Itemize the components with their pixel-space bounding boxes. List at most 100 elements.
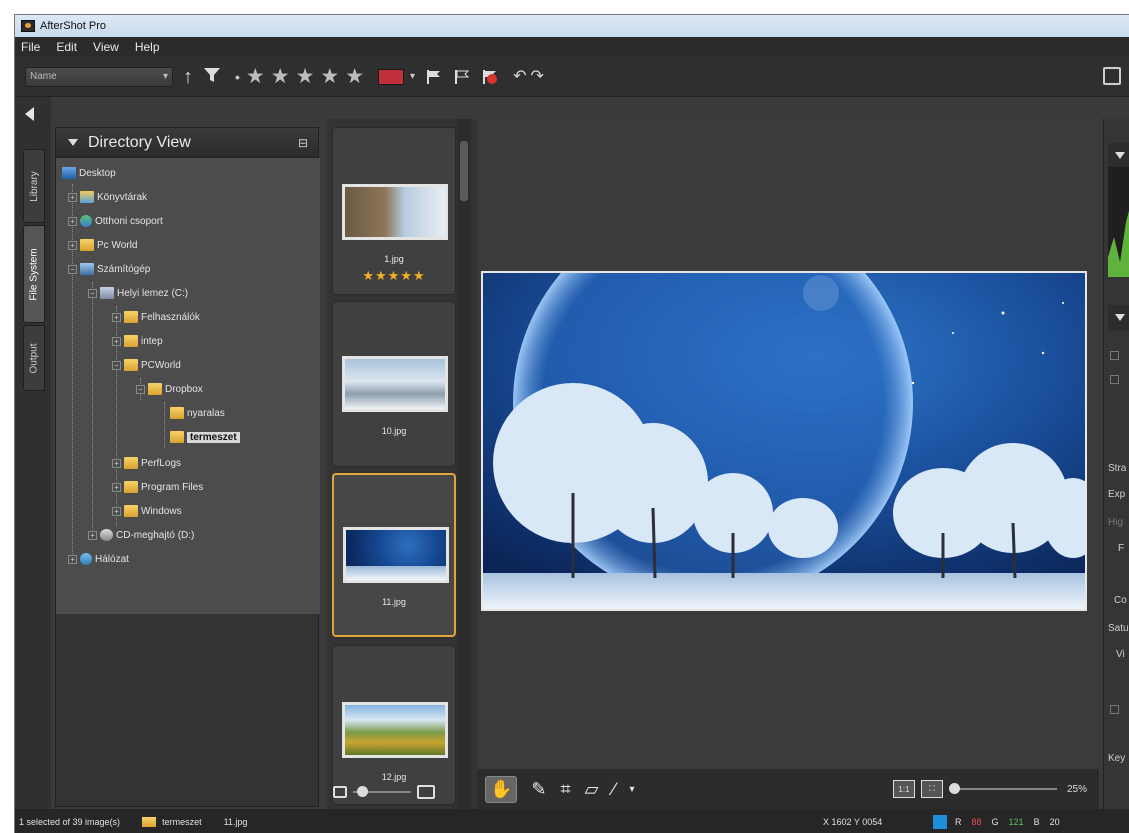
tree-node-label: intep [141, 335, 163, 347]
straighten-icon[interactable]: ▱ [585, 779, 599, 800]
tree-node-desktop[interactable]: Desktop [62, 164, 116, 182]
collapse-triangle-icon[interactable] [1115, 314, 1125, 321]
menu-view[interactable]: View [93, 40, 119, 54]
tab-library[interactable]: Library [23, 149, 45, 223]
sort-direction-icon[interactable]: ↑ [183, 67, 193, 87]
brush-dropdown-icon[interactable]: ▾ [630, 784, 635, 795]
tree-node-users[interactable]: + Felhasználók [112, 308, 200, 326]
tree-node-homegroup[interactable]: + Otthoni csoport [68, 212, 163, 230]
scrollbar-thumb[interactable] [460, 141, 468, 201]
main-preview-image[interactable] [481, 271, 1087, 611]
flag-unflag-icon[interactable] [453, 69, 471, 85]
collapse-icon[interactable]: − [136, 384, 145, 394]
tree-node-dropbox[interactable]: − Dropbox [136, 380, 203, 398]
thumbnail-image[interactable] [342, 184, 448, 240]
slider-handle[interactable] [357, 786, 368, 797]
adjustment-checkbox[interactable] [1110, 705, 1119, 714]
expand-icon[interactable]: + [112, 506, 121, 516]
tree-node-windows[interactable]: + Windows [112, 502, 182, 520]
star-rating-1-icon[interactable]: ★ [246, 66, 265, 87]
expand-icon[interactable]: + [112, 458, 121, 468]
adjustment-checkbox[interactable] [1110, 351, 1119, 360]
star-rating-5-icon[interactable]: ★ [345, 66, 364, 87]
flag-reject-icon[interactable] [481, 69, 499, 85]
thumbnail-image[interactable] [342, 702, 448, 758]
expand-icon[interactable]: + [112, 336, 121, 346]
flag-pick-icon[interactable] [425, 69, 443, 85]
crop-icon[interactable]: ⌗ [561, 779, 571, 800]
tree-node-pcworld[interactable]: − PCWorld [112, 356, 181, 374]
tree-node-network[interactable]: + Hálózat [68, 550, 129, 568]
tree-node-pc-world[interactable]: + Pc World [68, 236, 137, 254]
thumbnail-small-icon[interactable] [333, 786, 347, 798]
thumbnail-image[interactable] [343, 527, 449, 583]
collapse-icon[interactable]: − [68, 264, 77, 274]
adjustment-label-fill: F [1118, 543, 1125, 554]
collapse-triangle-icon[interactable] [68, 139, 78, 146]
collapse-icon[interactable]: − [112, 360, 121, 370]
thumbnail-item-selected[interactable]: 11.jpg [332, 473, 456, 637]
star-rating-4-icon[interactable]: ★ [320, 66, 339, 87]
tree-node-libraries[interactable]: + Könyvtárak [68, 188, 147, 206]
tree-node-termeszet[interactable]: termeszet [170, 428, 240, 446]
pin-icon[interactable]: ⊟ [298, 136, 308, 150]
tree-node-nyaralas[interactable]: nyaralas [170, 404, 225, 422]
collapse-left-icon[interactable] [25, 107, 34, 121]
expand-icon[interactable]: + [68, 216, 77, 226]
menu-edit[interactable]: Edit [56, 40, 77, 54]
expand-icon[interactable]: + [112, 312, 121, 322]
expand-icon[interactable]: + [68, 240, 77, 250]
color-label-swatch[interactable] [378, 68, 405, 85]
histogram-header[interactable] [1108, 143, 1129, 169]
tree-node-program-files[interactable]: + Program Files [112, 478, 203, 496]
tree-node-intep[interactable]: + intep [112, 332, 163, 350]
panel-toggle-icon[interactable] [1103, 67, 1121, 85]
brush-icon[interactable]: ∕ [613, 779, 616, 800]
eyedropper-icon[interactable]: ✎ [531, 779, 546, 800]
menu-help[interactable]: Help [135, 40, 160, 54]
collapse-icon[interactable]: − [88, 288, 97, 298]
tree-node-perflogs[interactable]: + PerfLogs [112, 454, 181, 472]
thumbnail-item[interactable]: 1.jpg ★★★★★ [332, 127, 456, 295]
star-rating-2-icon[interactable]: ★ [271, 66, 290, 87]
expand-icon[interactable]: + [88, 530, 97, 540]
rotate-left-icon[interactable]: ↶ [513, 68, 526, 85]
current-file: 11.jpg [223, 816, 248, 827]
thumbnail-size-slider[interactable] [353, 786, 411, 797]
cd-drive-icon [100, 529, 113, 541]
tab-output[interactable]: Output [23, 325, 45, 391]
adjustment-checkbox[interactable] [1110, 375, 1119, 384]
actual-size-icon[interactable]: 1:1 [892, 780, 915, 798]
slider-handle[interactable] [948, 783, 960, 794]
directory-panel-header[interactable]: Directory View ⊟ [56, 128, 318, 158]
pan-hand-icon[interactable]: ✋ [485, 775, 518, 803]
color-label-dropdown-icon[interactable]: ▾ [410, 71, 415, 82]
tree-node-drive-c[interactable]: − Helyi lemez (C:) [88, 284, 188, 302]
menu-file[interactable]: File [21, 40, 40, 54]
clear-rating-icon[interactable]: • [235, 69, 240, 85]
tree-node-computer[interactable]: − Számítógép [68, 260, 150, 278]
thumbnail-large-icon[interactable] [417, 785, 435, 799]
expand-icon[interactable]: + [68, 192, 77, 202]
tab-file-system[interactable]: File System [23, 225, 45, 323]
rotate-right-icon[interactable]: ↷ [530, 68, 543, 85]
expand-icon[interactable]: + [68, 554, 77, 564]
thumbnail-scrollbar[interactable] [457, 119, 471, 809]
star-rating-3-icon[interactable]: ★ [296, 66, 315, 87]
fit-to-window-icon[interactable]: ⛶ [920, 780, 943, 798]
filter-icon[interactable] [203, 66, 221, 88]
thumbnail-strip: 1.jpg ★★★★★ 10.jpg 11.jpg 12.jpg [327, 119, 477, 809]
tree-node-drive-d[interactable]: + CD-meghajtó (D:) [88, 526, 194, 544]
sort-select[interactable]: Name ▾ [25, 66, 173, 87]
adjustment-label-highlights: Hig [1108, 517, 1124, 528]
tree-node-label: Dropbox [165, 383, 203, 395]
tab-output-label: Output [28, 342, 40, 374]
zoom-slider[interactable] [948, 783, 1057, 794]
thumbnail-image[interactable] [342, 356, 448, 412]
selection-count: 1 selected of 39 image(s) [19, 816, 121, 827]
thumbnail-item[interactable]: 10.jpg [332, 301, 456, 467]
expand-icon[interactable]: + [112, 482, 121, 492]
basic-adjustments-header[interactable] [1108, 305, 1129, 331]
collapse-triangle-icon[interactable] [1115, 152, 1125, 159]
directory-tree: Desktop + Könyvtárak + Otthoni csoport +… [56, 158, 320, 614]
